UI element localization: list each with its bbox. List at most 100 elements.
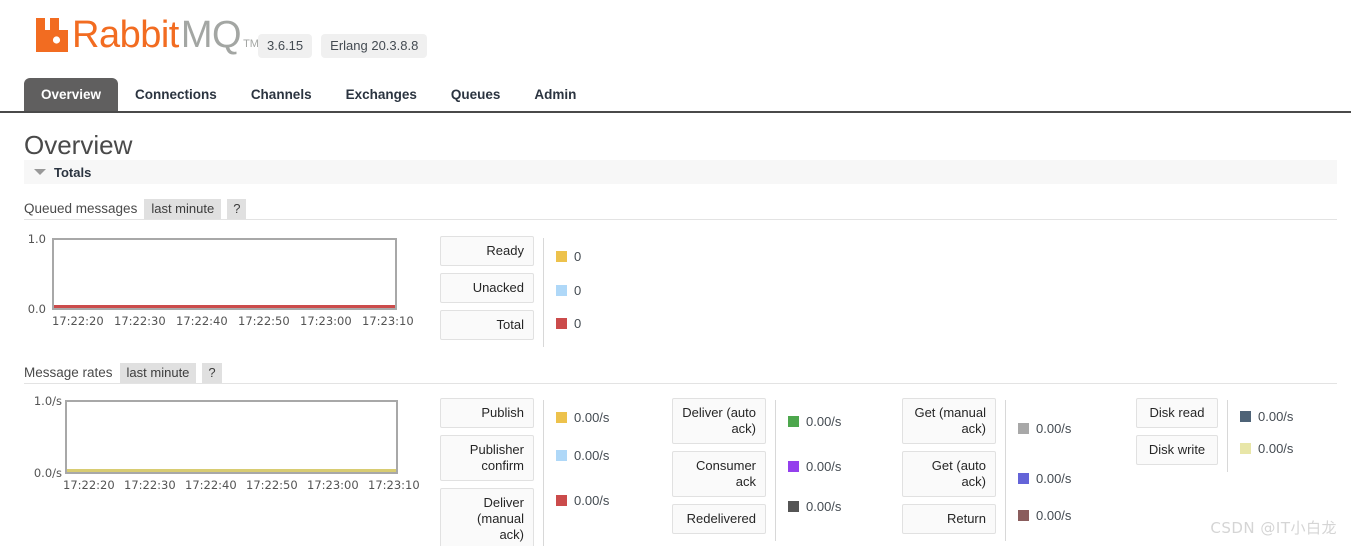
main-navigation: Overview Connections Channels Exchanges … [0, 78, 1351, 113]
rates-y-tick-min: 0.0/s [33, 466, 62, 480]
queued-x-axis-ticks: 17:22:20 17:22:30 17:22:40 17:22:50 17:2… [52, 314, 424, 328]
legend-value-disk-read: 0.00/s [1258, 409, 1294, 424]
tab-overview[interactable]: Overview [24, 78, 119, 111]
legend-divider [1227, 400, 1228, 472]
legend-value-consumer-ack: 0.00/s [806, 459, 842, 474]
legend-label-deliver-auto-ack[interactable]: Deliver (auto ack) [672, 398, 766, 444]
queued-x-tick: 17:22:50 [238, 314, 290, 328]
queued-messages-header: Queued messages last minute ? [24, 198, 1337, 220]
queued-total-baseline [54, 305, 395, 308]
legend-label-get-auto-ack[interactable]: Get (auto ack) [902, 451, 996, 497]
queued-y-tick-max: 1.0 [27, 232, 46, 246]
message-rates-help-icon[interactable]: ? [202, 362, 222, 383]
legend-value-total: 0 [574, 316, 582, 331]
swatch-redelivered-icon [788, 500, 799, 512]
rates-x-axis-ticks: 17:22:20 17:22:30 17:22:40 17:22:50 17:2… [63, 478, 435, 492]
legend-value-row: 0.00/s [788, 400, 841, 442]
message-rates-legend-column-3: Get (manual ack) Get (auto ack) Return 0… [902, 398, 1071, 541]
swatch-publish-icon [556, 412, 567, 423]
legend-label-disk-read[interactable]: Disk read [1136, 398, 1218, 428]
swatch-publisher-confirm-icon [556, 449, 567, 461]
legend-label-publish[interactable]: Publish [440, 398, 534, 428]
rates-x-tick: 17:22:30 [124, 478, 176, 492]
swatch-ready-icon [556, 250, 567, 262]
csdn-watermark: CSDN @IT小白龙 [1210, 519, 1337, 537]
legend-divider [1005, 400, 1006, 541]
swatch-consumer-ack-icon [788, 461, 799, 472]
message-rates-legend-column-1: Publish Publisher confirm Deliver (manua… [440, 398, 609, 546]
legend-label-redelivered[interactable]: Redelivered [672, 504, 766, 534]
message-rates-legend-column-2: Deliver (auto ack) Consumer ack Redelive… [672, 398, 841, 541]
rates-x-tick: 17:22:20 [63, 478, 115, 492]
rabbitmq-logo[interactable]: Rabbit MQ TM [34, 16, 259, 54]
rates-y-tick-max: 1.0/s [33, 394, 62, 408]
legend-label-disk-write[interactable]: Disk write [1136, 435, 1218, 465]
legend-label-deliver-manual-ack[interactable]: Deliver (manual ack) [440, 488, 534, 546]
rates-x-tick: 17:23:00 [307, 478, 359, 492]
queued-messages-legend: Ready Unacked Total 0 0 0 [440, 236, 581, 347]
rabbit-logo-icon [36, 18, 68, 52]
legend-value-get-auto-ack: 0.00/s [1036, 471, 1072, 486]
legend-value-row: 0.00/s [1018, 457, 1071, 500]
logo-text-mq: MQ [180, 14, 242, 56]
legend-value-publish: 0.00/s [574, 410, 610, 425]
totals-label: Totals [54, 164, 92, 180]
queued-messages-title: Queued messages [24, 201, 138, 216]
legend-value-row: 0.00/s [556, 435, 609, 475]
legend-label-get-manual-ack[interactable]: Get (manual ack) [902, 398, 996, 444]
legend-label-total[interactable]: Total [440, 310, 534, 340]
legend-value-ready: 0 [574, 248, 582, 264]
swatch-deliver-manual-ack-icon [556, 494, 567, 506]
swatch-get-auto-ack-icon [1018, 473, 1029, 484]
logo-trademark: TM [243, 38, 259, 50]
legend-value-get-manual-ack: 0.00/s [1036, 421, 1072, 436]
swatch-unacked-icon [556, 285, 567, 296]
totals-section-toggle[interactable]: Totals [24, 160, 1337, 184]
legend-value-row: 0.00/s [1240, 433, 1293, 463]
queued-x-tick: 17:23:00 [300, 314, 352, 328]
queued-messages-help-icon[interactable]: ? [227, 198, 247, 219]
queued-x-tick: 17:22:30 [114, 314, 166, 328]
rates-x-tick: 17:22:40 [185, 478, 237, 492]
chevron-down-icon [34, 169, 46, 175]
legend-value-publisher-confirm: 0.00/s [574, 447, 610, 463]
page-header: Rabbit MQ TM 3.6.15 Erlang 20.3.8.8 [0, 0, 1351, 76]
legend-value-row: 0.00/s [556, 400, 609, 435]
queued-x-tick: 17:22:20 [52, 314, 104, 328]
message-rates-title: Message rates [24, 365, 113, 380]
legend-value-row: 0 [556, 307, 581, 340]
rates-x-tick: 17:23:10 [368, 478, 420, 492]
message-rates-plot-area[interactable] [65, 400, 398, 474]
legend-value-return: 0.00/s [1036, 507, 1072, 523]
swatch-get-manual-ack-icon [1018, 423, 1029, 434]
swatch-disk-read-icon [1240, 411, 1251, 422]
legend-label-unacked[interactable]: Unacked [440, 273, 534, 303]
legend-label-return[interactable]: Return [902, 504, 996, 534]
swatch-return-icon [1018, 509, 1029, 521]
queued-messages-plot-area[interactable] [52, 238, 397, 310]
tab-connections[interactable]: Connections [118, 78, 234, 111]
tab-exchanges[interactable]: Exchanges [329, 78, 434, 111]
tab-channels[interactable]: Channels [234, 78, 329, 111]
tab-admin[interactable]: Admin [517, 78, 593, 111]
erlang-version-badge: Erlang 20.3.8.8 [321, 34, 428, 58]
legend-label-publisher-confirm[interactable]: Publisher confirm [440, 435, 534, 481]
tab-queues[interactable]: Queues [434, 78, 518, 111]
legend-value-row: 0.00/s [788, 491, 841, 521]
legend-divider [775, 400, 776, 541]
version-badges: 3.6.15 Erlang 20.3.8.8 [258, 34, 428, 58]
legend-value-row: 0 [556, 238, 581, 274]
legend-label-ready[interactable]: Ready [440, 236, 534, 266]
legend-value-redelivered: 0.00/s [806, 498, 842, 514]
message-rates-header: Message rates last minute ? [24, 362, 1337, 384]
message-rates-period-chip[interactable]: last minute [119, 362, 197, 383]
queued-x-tick: 17:22:40 [176, 314, 228, 328]
rates-x-tick: 17:22:50 [246, 478, 298, 492]
legend-label-consumer-ack[interactable]: Consumer ack [672, 451, 766, 497]
queued-x-tick: 17:23:10 [362, 314, 414, 328]
rates-publish-baseline [67, 469, 396, 472]
legend-value-unacked: 0 [574, 283, 582, 298]
rabbitmq-management-page: Rabbit MQ TM 3.6.15 Erlang 20.3.8.8 Over… [0, 0, 1351, 546]
queued-messages-period-chip[interactable]: last minute [144, 198, 222, 219]
legend-value-deliver-manual-ack: 0.00/s [574, 492, 610, 508]
